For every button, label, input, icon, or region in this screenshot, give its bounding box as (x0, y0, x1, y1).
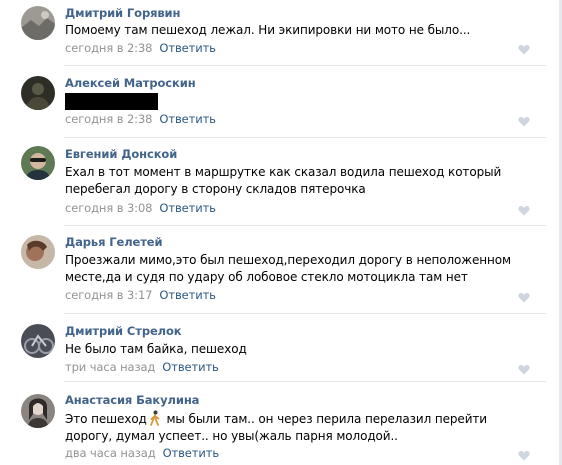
comments-panel: Дмитрий Горявин Помоему там пешеход лежа… (0, 0, 562, 465)
comment-item: Дарья Гелетей Проезжали мимо,это был пеш… (0, 226, 559, 313)
reply-button[interactable]: Ответить (159, 201, 216, 215)
comment-author[interactable]: Евгений Донской (65, 147, 177, 161)
user-avatar-photo-icon (21, 394, 55, 428)
comment-time[interactable]: сегодня в 2:38 (65, 112, 152, 126)
comment-item: Дмитрий Горявин Помоему там пешеход лежа… (0, 0, 559, 65)
comment-text-part: Это пешеход (65, 412, 147, 426)
comment-text: Помоему там пешеход лежал. Ни экипировки… (65, 23, 471, 37)
comment-time[interactable]: сегодня в 3:17 (65, 288, 152, 302)
heart-icon[interactable] (518, 44, 530, 55)
avatar[interactable] (21, 394, 55, 428)
reply-button[interactable]: Ответить (159, 112, 216, 126)
comment-text: Не было там байка, пешеход (65, 342, 247, 356)
heart-icon[interactable] (518, 116, 530, 127)
comment-meta: сегодня в 3:08 Ответить (65, 201, 216, 215)
comment-text: Это пешеход мы были там.. он через перил… (65, 410, 535, 445)
user-avatar-photo-icon (21, 324, 55, 358)
comment-text: Ехал в тот момент в маршрутке как сказал… (65, 165, 502, 196)
heart-icon[interactable] (518, 205, 530, 216)
reply-button[interactable]: Ответить (159, 288, 216, 302)
walking-person-emoji-icon (149, 410, 160, 426)
comment-text: Проезжали мимо,это был пешеход,переходил… (65, 253, 511, 284)
comment-author[interactable]: Дарья Гелетей (65, 235, 163, 249)
reply-button[interactable]: Ответить (163, 446, 220, 460)
heart-icon[interactable] (518, 364, 530, 375)
avatar[interactable] (21, 76, 55, 110)
comment-meta: сегодня в 2:38 Ответить (65, 41, 216, 55)
comment-time[interactable]: три часа назад (65, 360, 155, 374)
comment-author[interactable]: Дмитрий Горявин (65, 6, 180, 20)
comment-meta: три часа назад Ответить (65, 360, 219, 374)
comment-text (65, 93, 535, 110)
comment-meta: два часа назад Ответить (65, 446, 219, 460)
comment-author[interactable]: Алексей Матроскин (65, 76, 196, 90)
user-avatar-photo-icon (21, 76, 55, 110)
user-avatar-photo-icon (21, 235, 55, 269)
comment-author[interactable]: Анастасия Бакулина (65, 393, 199, 407)
user-avatar-photo-icon (21, 146, 55, 180)
comment-author[interactable]: Дмитрий Стрелок (65, 324, 182, 338)
comment-meta: сегодня в 2:38 Ответить (65, 112, 216, 126)
comment-item: Анастасия Бакулина Это пешеход мы были т… (0, 382, 559, 465)
redacted-block (65, 93, 158, 110)
heart-icon[interactable] (518, 292, 530, 303)
avatar[interactable] (21, 235, 55, 269)
comment-item: Евгений Донской Ехал в тот момент в марш… (0, 138, 559, 225)
user-avatar-photo-icon (21, 6, 55, 40)
comment-item: Алексей Матроскин сегодня в 2:38 Ответить (0, 66, 559, 136)
avatar[interactable] (21, 324, 55, 358)
reply-button[interactable]: Ответить (159, 41, 216, 55)
comment-time[interactable]: два часа назад (65, 446, 156, 460)
reply-button[interactable]: Ответить (162, 360, 219, 374)
comment-time[interactable]: сегодня в 3:08 (65, 201, 152, 215)
comment-time[interactable]: сегодня в 2:38 (65, 41, 152, 55)
avatar[interactable] (21, 146, 55, 180)
avatar[interactable] (21, 6, 55, 40)
heart-icon[interactable] (518, 450, 530, 461)
comment-meta: сегодня в 3:17 Ответить (65, 288, 216, 302)
comment-item: Дмитрий Стрелок Не было там байка, пешех… (0, 314, 559, 381)
